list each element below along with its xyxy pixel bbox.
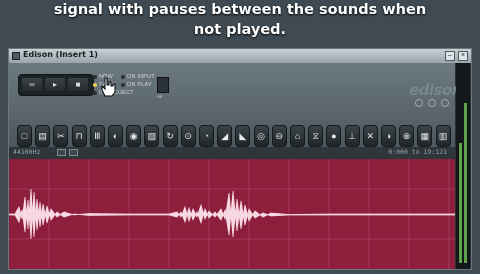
- loop-tool-icon: ⊗: [402, 131, 411, 141]
- cut-icon: ✂: [57, 131, 65, 141]
- trim-tool-button[interactable]: ⊓: [71, 125, 87, 147]
- led-icon: [121, 82, 125, 87]
- stop-button[interactable]: ■: [68, 78, 88, 92]
- spectrum-icon: ✕: [366, 131, 375, 141]
- denoise-tool-button[interactable]: ⊙: [180, 125, 196, 147]
- settings-knob-icon[interactable]: [441, 99, 449, 107]
- volume-knob-icon[interactable]: [428, 99, 436, 107]
- export-icon: ▥: [438, 131, 448, 141]
- minimize-button[interactable]: –: [445, 51, 455, 61]
- convolve-icon: ◎: [257, 131, 266, 141]
- drop-icon: ●: [331, 131, 337, 141]
- waveform-svg: [8, 159, 456, 269]
- slice-tool-button[interactable]: ⌂: [290, 125, 305, 147]
- loop-button[interactable]: ∞: [22, 78, 42, 92]
- zoom-button[interactable]: [57, 149, 66, 156]
- envelope-icon: ◢: [221, 131, 229, 141]
- edison-window: Edison (Insert 1) – × ∞ ▸ ■ NOW SAVE IN …: [8, 48, 472, 270]
- mark-icon: ⊖: [275, 131, 284, 141]
- grid-tool-button[interactable]: ◑: [381, 125, 396, 147]
- caption-line-2: not played.: [193, 22, 287, 38]
- denoise-icon: ⊙: [184, 131, 193, 141]
- video-caption: signal with pauses between the sounds wh…: [0, 0, 480, 48]
- sample-rate: 44100Hz: [13, 148, 41, 156]
- level-meter: [456, 63, 470, 269]
- transport-controls: ∞ ▸ ■: [18, 74, 94, 96]
- amplify-icon: ◉: [129, 131, 138, 141]
- window-title: Edison (Insert 1): [23, 50, 98, 59]
- blur-icon: ◔: [203, 131, 210, 141]
- new-icon: □: [21, 131, 28, 141]
- grid-icon: ◑: [385, 131, 392, 141]
- mark-tool-button[interactable]: ⊖: [271, 125, 287, 147]
- time-range: 0:000 to 19:121: [388, 148, 447, 156]
- save-icon: ▤: [38, 131, 47, 141]
- copy-icon: ▦: [420, 131, 430, 141]
- scissors-icon: Ⅲ: [94, 131, 101, 141]
- pan-knob-icon[interactable]: [415, 99, 423, 107]
- cut-tool-button[interactable]: ✂: [53, 125, 69, 147]
- normalize-tool-button[interactable]: ◐: [108, 125, 123, 147]
- play-button[interactable]: ▸: [45, 78, 65, 92]
- led-icon: [93, 90, 97, 95]
- meter-left: [459, 143, 462, 263]
- option-on-input[interactable]: ON INPUT: [121, 74, 155, 80]
- reverse-tool-button[interactable]: ↻: [162, 125, 178, 147]
- play-icon: ▸: [52, 80, 57, 89]
- loop-icon: ∞: [29, 80, 35, 89]
- slice-icon: ⌂: [294, 131, 301, 141]
- scissors-tool-button[interactable]: Ⅲ: [89, 125, 105, 147]
- option-on-play[interactable]: ON PLAY: [121, 82, 152, 88]
- equalizer-tool-button[interactable]: ◣: [235, 125, 251, 147]
- hand-cursor-icon: [101, 77, 116, 97]
- spectrum-tool-button[interactable]: ✕: [362, 125, 378, 147]
- waveform-view[interactable]: [8, 159, 456, 269]
- led-icon: [121, 74, 125, 79]
- new-tool-button[interactable]: □: [17, 125, 32, 147]
- loop-tool-tool-button[interactable]: ⊗: [399, 125, 415, 147]
- stretch-tool-button[interactable]: ⧖: [308, 125, 324, 147]
- save-tool-button[interactable]: ▤: [35, 125, 51, 147]
- info-bar: 44100Hz 0:000 to 19:121: [9, 147, 455, 159]
- close-button[interactable]: ×: [458, 51, 468, 61]
- convolve-tool-button[interactable]: ◎: [253, 125, 269, 147]
- meter-right: [464, 103, 467, 263]
- record-knob[interactable]: RE: [157, 77, 169, 99]
- control-panel: ∞ ▸ ■ NOW SAVE IN PROJECT ON INPUT: [9, 63, 462, 149]
- export-tool-button[interactable]: ▥: [435, 125, 451, 147]
- reverse-icon: ↻: [166, 131, 174, 141]
- amplify-tool-button[interactable]: ◉: [126, 125, 142, 147]
- envelope-tool-button[interactable]: ◢: [217, 125, 233, 147]
- tune-icon: ⊥: [348, 131, 357, 141]
- equalizer-icon: ◣: [239, 131, 247, 141]
- knob-label: RE: [157, 94, 163, 99]
- window-titlebar[interactable]: Edison (Insert 1) – ×: [9, 49, 471, 63]
- caption-line-1: signal with pauses between the sounds wh…: [53, 2, 427, 18]
- normalize-icon: ◐: [112, 131, 119, 141]
- tune-tool-button[interactable]: ⊥: [344, 125, 360, 147]
- stop-icon: ■: [75, 80, 81, 89]
- tool-bar: □ ▤ ✂ ⊓ Ⅲ ◐ ◉ ▨ ↻ ⊙ ◔ ◢ ◣ ◎ ⊖ ⌂ ⧖ ● ⊥ ✕ ◑ ⊗ ▦ ▥: [17, 125, 453, 149]
- copy-tool-button[interactable]: ▦: [417, 125, 433, 147]
- window-icon: [12, 52, 20, 60]
- waveform-trace: [8, 188, 456, 240]
- edison-logo: edison: [409, 81, 462, 99]
- led-icon: [93, 74, 97, 79]
- trim-icon: ⊓: [75, 131, 83, 141]
- drop-tool-button[interactable]: ●: [326, 125, 342, 147]
- blur-tool-button[interactable]: ◔: [199, 125, 214, 147]
- fade-tool-button[interactable]: ▨: [144, 125, 160, 147]
- stretch-icon: ⧖: [312, 131, 319, 141]
- view-button[interactable]: [69, 149, 78, 156]
- led-icon: [93, 82, 97, 87]
- fade-icon: ▨: [147, 131, 157, 141]
